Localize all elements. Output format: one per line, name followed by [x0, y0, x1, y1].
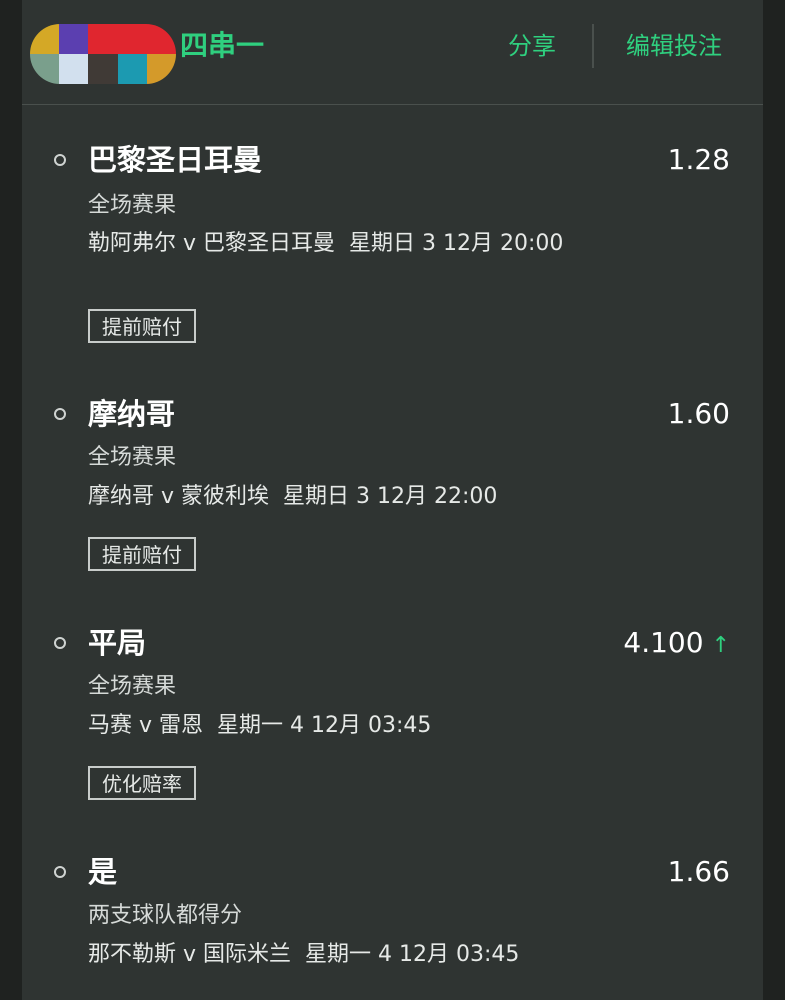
avatar-tile	[59, 54, 89, 84]
event-teams: 马赛 v 雷恩	[88, 713, 204, 738]
share-button[interactable]: 分享	[508, 28, 556, 64]
selection-name: 是	[88, 855, 118, 889]
selection-name: 平局	[88, 626, 147, 660]
bet-slip-header: 四串一 分享 编辑投注	[22, 0, 763, 105]
odds-value: 4.100	[623, 626, 704, 659]
event-time: 星期一 4 12月 03:45	[217, 713, 432, 738]
event-info: 马赛 v 雷恩 星期一 4 12月 03:45	[88, 710, 648, 742]
avatar-tile	[88, 54, 118, 84]
avatar-tile	[30, 54, 60, 84]
market-name: 全场赛果	[88, 193, 177, 218]
selection-radio-icon	[54, 866, 66, 878]
market-name: 全场赛果	[88, 674, 177, 699]
event-time: 星期一 4 12月 03:45	[305, 942, 520, 967]
event-info: 那不勒斯 v 国际米兰 星期一 4 12月 03:45	[88, 939, 648, 971]
odds-value: 1.60	[667, 397, 730, 430]
promo-tag[interactable]: 提前赔付	[88, 309, 196, 343]
event-time: 星期日 3 12月 22:00	[283, 484, 498, 509]
selection-name: 摩纳哥	[88, 397, 176, 431]
selection-radio-icon	[54, 154, 66, 166]
selection-name: 巴黎圣日耳曼	[88, 143, 263, 177]
event-time: 星期日 3 12月 20:00	[349, 231, 564, 256]
bet-slip-page: 四串一 分享 编辑投注 巴黎圣日耳曼 1.28 全场赛果 勒阿弗尔 v 巴黎圣日…	[0, 0, 785, 1000]
selection-odds: 4.100 ↑	[623, 623, 730, 666]
avatar-tile	[117, 24, 147, 54]
avatar-tile	[88, 24, 118, 54]
selection-odds: 1.60	[668, 394, 730, 434]
avatar-tile	[30, 24, 60, 54]
event-teams: 那不勒斯 v 国际米兰	[88, 942, 292, 967]
event-info: 勒阿弗尔 v 巴黎圣日耳曼 星期日 3 12月 20:00	[88, 228, 578, 260]
odds-up-arrow-icon: ↑	[711, 633, 730, 658]
event-info: 摩纳哥 v 蒙彼利埃 星期日 3 12月 22:00	[88, 481, 648, 513]
edit-bet-button[interactable]: 编辑投注	[626, 28, 722, 64]
avatar-tile	[146, 24, 176, 54]
selection-radio-icon	[54, 637, 66, 649]
avatar[interactable]	[30, 24, 176, 84]
market-name: 两支球队都得分	[88, 903, 243, 928]
event-teams: 勒阿弗尔 v 巴黎圣日耳曼	[88, 231, 336, 256]
promo-tag[interactable]: 提前赔付	[88, 537, 196, 571]
avatar-tile	[59, 24, 89, 54]
bet-type-title: 四串一	[180, 29, 265, 62]
avatar-tile	[146, 54, 176, 84]
market-name: 全场赛果	[88, 445, 177, 470]
selection-odds: 1.28	[668, 140, 730, 180]
header-divider	[592, 24, 594, 68]
odds-value: 1.28	[667, 143, 730, 176]
odds-value: 1.66	[667, 855, 730, 888]
selection-odds: 1.66	[668, 852, 730, 892]
avatar-tile	[117, 54, 147, 84]
event-teams: 摩纳哥 v 蒙彼利埃	[88, 484, 270, 509]
selection-radio-icon	[54, 408, 66, 420]
bet-slip-panel: 四串一 分享 编辑投注 巴黎圣日耳曼 1.28 全场赛果 勒阿弗尔 v 巴黎圣日…	[22, 0, 763, 1000]
promo-tag[interactable]: 优化赔率	[88, 766, 196, 800]
